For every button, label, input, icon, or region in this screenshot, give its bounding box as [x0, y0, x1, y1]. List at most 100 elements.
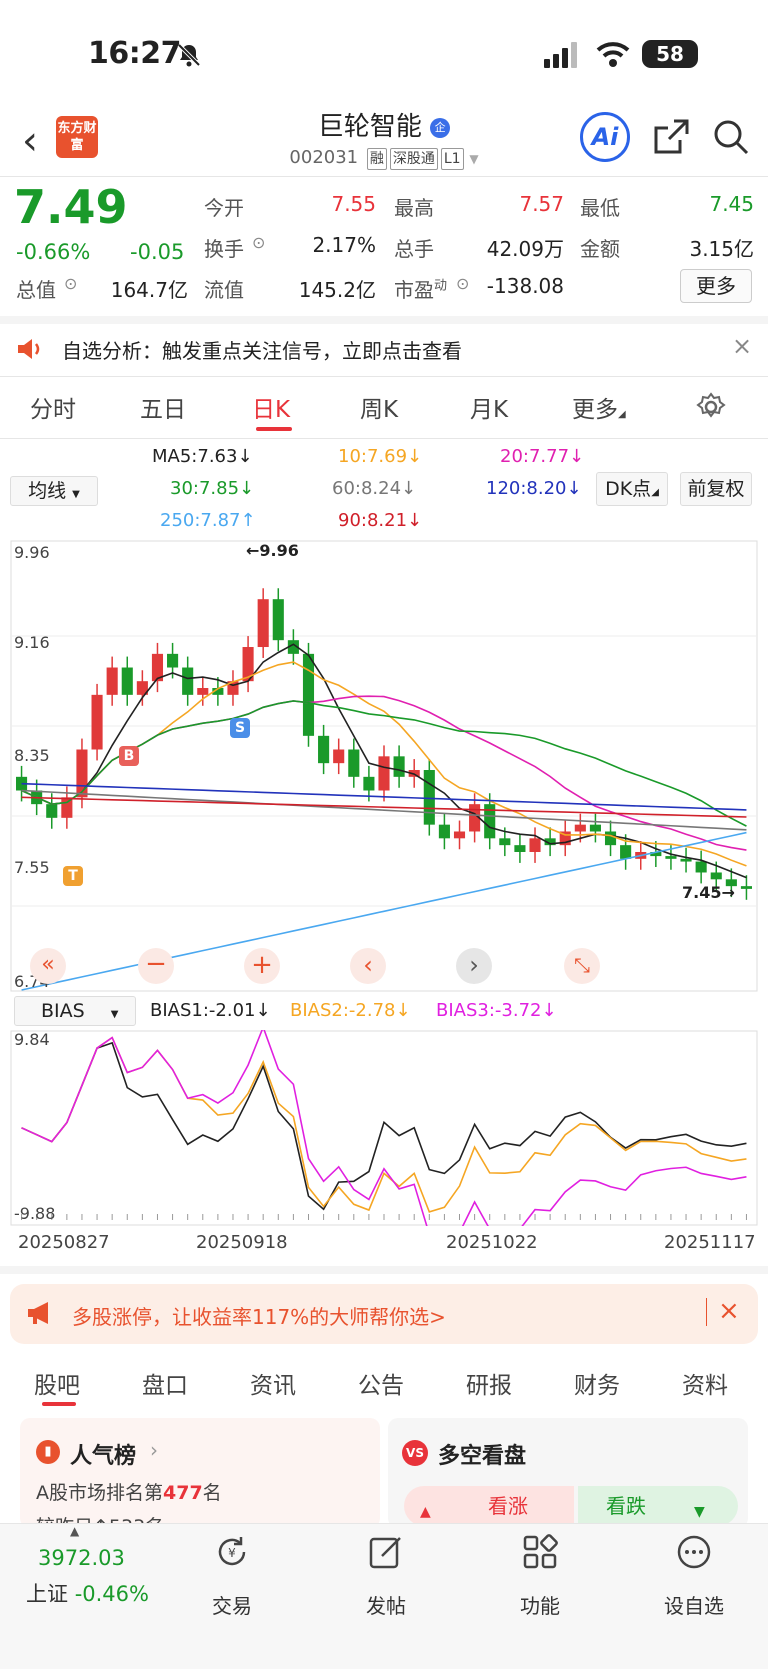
candle-body	[378, 756, 390, 791]
battery-indicator: 58	[642, 40, 698, 68]
nav-post[interactable]: 发帖	[336, 1590, 436, 1619]
candle-body	[106, 667, 118, 695]
ma-lines-group	[21, 643, 747, 991]
close-icon[interactable]: ×	[718, 1296, 740, 1326]
rewind-icon[interactable]: «	[30, 948, 66, 984]
high-label: 最高	[394, 196, 434, 220]
section-gap	[0, 1266, 768, 1274]
bias3-line	[21, 1030, 747, 1226]
trade-icon[interactable]: ¥	[214, 1534, 250, 1570]
notice-text[interactable]: 自选分析：触发重点关注信号，立即点击查看	[62, 335, 462, 364]
ai-assistant-button[interactable]: Ai	[580, 112, 630, 162]
tab-announcements[interactable]: 公告	[358, 1366, 404, 1400]
index-change: -0.46%	[74, 1582, 149, 1606]
candle-body	[680, 858, 692, 862]
candle-body	[695, 861, 707, 873]
bias-selector[interactable]: BIAS ▼	[14, 996, 136, 1026]
tab-orderbook[interactable]: 盘口	[142, 1366, 188, 1400]
share-icon[interactable]	[652, 118, 690, 156]
megaphone-icon	[28, 1302, 48, 1324]
header-divider	[0, 176, 768, 177]
candle-body	[620, 845, 632, 859]
bias1-label: BIAS1:-2.01↓	[150, 1000, 271, 1021]
candle-body	[710, 872, 722, 880]
tab-forum[interactable]: 股吧	[34, 1366, 80, 1400]
info-icon[interactable]: ⊙	[64, 274, 77, 293]
promo-text[interactable]: 多股涨停，让收益率117%的大师帮你选>	[72, 1301, 446, 1330]
tab-profile[interactable]: 资料	[682, 1366, 728, 1400]
kline-chart[interactable]	[10, 540, 758, 992]
candle-body	[529, 838, 541, 852]
adjust-button[interactable]: 前复权	[680, 472, 752, 506]
tab-daily-k[interactable]: 日K	[252, 390, 290, 424]
fullscreen-icon[interactable]: ⤡	[564, 948, 600, 984]
candle-body	[423, 770, 435, 825]
ma-selector[interactable]: 均线 ▼	[10, 476, 98, 506]
promo-divider	[706, 1298, 707, 1326]
functions-grid-icon[interactable]	[522, 1534, 558, 1570]
bias1-line	[21, 1041, 747, 1211]
tag-margin: 融	[366, 148, 387, 170]
buy-marker[interactable]: B	[119, 746, 139, 766]
post-edit-icon[interactable]	[368, 1534, 404, 1570]
tab-intraday[interactable]: 分时	[30, 390, 76, 424]
tab-monthly-k[interactable]: 月K	[470, 390, 508, 424]
dk-point-button[interactable]: DK点◢	[596, 472, 668, 506]
tab-research[interactable]: 研报	[466, 1366, 512, 1400]
bias-y-top: 9.84	[14, 1030, 50, 1049]
open-label: 今开	[204, 196, 244, 220]
sell-marker[interactable]: S	[230, 718, 250, 738]
more-quote-button[interactable]: 更多	[680, 269, 752, 303]
nav-add-watchlist[interactable]: 设自选	[644, 1590, 744, 1619]
scroll-left-icon[interactable]: ‹	[350, 948, 386, 984]
rank-value: 477	[163, 1482, 203, 1504]
scroll-right-icon[interactable]: ›	[456, 948, 492, 984]
y-label-top: 9.96	[14, 543, 50, 562]
index-name: 上证	[26, 1582, 68, 1606]
candle-body	[76, 749, 88, 798]
nav-functions[interactable]: 功能	[490, 1590, 590, 1619]
high-value: 7.57	[519, 192, 564, 216]
candle-body	[302, 653, 315, 736]
wifi-icon	[596, 42, 630, 67]
index-value[interactable]: 3972.03	[38, 1546, 125, 1570]
tab-financials[interactable]: 财务	[574, 1366, 620, 1400]
info-icon[interactable]: ⊙	[252, 233, 265, 252]
bear-label: 看跌	[606, 1494, 646, 1518]
ma90-label: 90:8.21↓	[338, 510, 423, 531]
market-cap-label: 总值	[16, 278, 56, 302]
bias3-label: BIAS3:-3.72↓	[436, 1000, 557, 1021]
up-triangle-icon: ▲	[420, 1504, 431, 1520]
y-label-2: 9.16	[14, 633, 50, 652]
svg-text:¥: ¥	[228, 1546, 236, 1560]
amount-label: 金额	[580, 237, 620, 261]
ma20-label: 20:7.77↓	[500, 446, 585, 467]
rank-suffix: 名	[202, 1482, 222, 1504]
bias-chart[interactable]	[10, 1030, 758, 1226]
tab-news[interactable]: 资讯	[250, 1366, 296, 1400]
nav-trade[interactable]: 交易	[182, 1590, 282, 1619]
candle-body	[91, 694, 103, 750]
bias-ticks-group	[21, 1214, 747, 1220]
stock-name: 巨轮智能	[317, 112, 422, 142]
candle-body	[121, 667, 133, 695]
tab-weekly-k[interactable]: 周K	[360, 390, 398, 424]
zoom-in-icon[interactable]: +	[244, 948, 280, 984]
index-quote[interactable]: 上证 -0.46%	[26, 1578, 149, 1608]
candle-body	[740, 886, 752, 889]
settings-gear-icon[interactable]	[696, 392, 726, 422]
rank-prefix: A股市场排名第	[36, 1482, 163, 1504]
search-icon[interactable]	[712, 118, 750, 156]
close-icon[interactable]: ×	[732, 332, 752, 360]
tab-five-day[interactable]: 五日	[140, 390, 186, 424]
add-watchlist-icon[interactable]	[676, 1534, 712, 1570]
low-label: 最低	[580, 196, 620, 220]
t-marker[interactable]: T	[63, 866, 83, 886]
speaker-icon	[18, 339, 40, 359]
bias-selector-label: BIAS	[41, 1000, 85, 1022]
info-icon[interactable]: ⊙	[456, 274, 469, 293]
date-label-2: 20250918	[196, 1232, 288, 1253]
zoom-out-icon[interactable]: −	[138, 948, 174, 984]
tab-more[interactable]: 更多◢	[572, 390, 626, 424]
bear-button[interactable]	[578, 1486, 738, 1526]
